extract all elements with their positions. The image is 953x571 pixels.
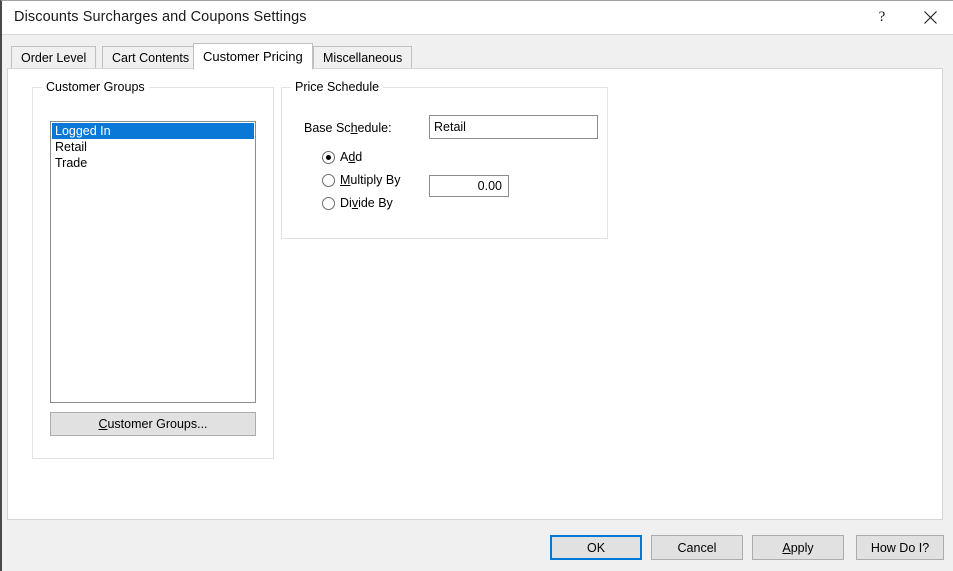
amount-input[interactable] [429, 175, 509, 197]
radio-divide-by[interactable]: Divide By [322, 197, 393, 210]
list-item[interactable]: Trade [52, 155, 254, 171]
customer-groups-button-rest: ustomer Groups... [107, 417, 208, 431]
accel-char: v [351, 196, 359, 210]
customer-groups-button-label: Customer Groups... [98, 417, 207, 431]
customer-groups-listbox[interactable]: Logged In Retail Trade [50, 121, 256, 403]
tab-page-customer-pricing: Customer Groups Logged In Retail Trade C… [7, 68, 943, 520]
radio-mark-icon [322, 151, 335, 164]
customer-groups-button[interactable]: Customer Groups... [50, 412, 256, 436]
close-icon [923, 10, 937, 24]
ok-button-label: OK [586, 540, 606, 555]
customer-groups-group-label: Customer Groups [42, 80, 149, 94]
help-button[interactable]: ? [859, 1, 905, 33]
accel-char: A [782, 540, 791, 555]
how-do-i-button-label: How Do I? [870, 540, 930, 555]
base-schedule-label: Base Schedule: [304, 121, 392, 135]
title-bar: Discounts Surcharges and Coupons Setting… [2, 1, 953, 35]
close-button[interactable] [907, 1, 953, 33]
base-schedule-input[interactable] [429, 115, 598, 139]
radio-multiply-by-label: Multiply By [340, 173, 401, 187]
cancel-button[interactable]: Cancel [651, 535, 743, 560]
price-schedule-group-label: Price Schedule [291, 80, 384, 94]
customer-groups-group: Customer Groups Logged In Retail Trade C… [32, 80, 274, 459]
radio-multiply-by[interactable]: Multiply By [322, 174, 400, 187]
how-do-i-button[interactable]: How Do I? [856, 535, 944, 560]
apply-button[interactable]: Apply [752, 535, 844, 560]
accel-char: d [348, 150, 356, 164]
apply-button-label: Apply [782, 541, 813, 555]
cancel-button-label: Cancel [677, 540, 717, 555]
tab-miscellaneous[interactable]: Miscellaneous [313, 46, 413, 69]
apply-button-rest: pply [790, 540, 814, 555]
list-item[interactable]: Logged In [52, 123, 254, 139]
accel-char: h [350, 121, 358, 135]
question-mark-icon: ? [878, 8, 886, 25]
radio-divide-by-label: Divide By [340, 196, 393, 210]
tab-strip: Order Level Cart Contents Customer Prici… [7, 43, 945, 70]
price-schedule-group: Price Schedule Base Schedule: Add Multip… [281, 80, 608, 239]
radio-add-label: Add [340, 150, 363, 164]
tab-cart-contents[interactable]: Cart Contents [102, 46, 200, 69]
radio-mark-icon [322, 197, 335, 210]
radio-add[interactable]: Add [322, 151, 362, 164]
window-title: Discounts Surcharges and Coupons Setting… [14, 9, 307, 25]
ok-button[interactable]: OK [550, 535, 642, 560]
dialog-window: Discounts Surcharges and Coupons Setting… [0, 0, 953, 571]
tab-customer-pricing[interactable]: Customer Pricing [193, 43, 313, 70]
radio-mark-icon [322, 174, 335, 187]
tab-order-level[interactable]: Order Level [11, 46, 97, 69]
list-item[interactable]: Retail [52, 139, 254, 155]
accel-char: M [340, 173, 351, 187]
